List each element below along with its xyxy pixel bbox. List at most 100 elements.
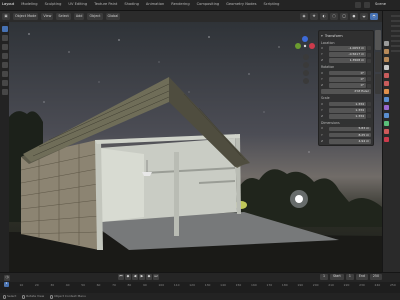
lock-icon[interactable]: [367, 71, 371, 76]
lock-icon[interactable]: [367, 108, 371, 113]
annotate-tool-icon[interactable]: [1, 80, 8, 86]
move-tool-icon[interactable]: [1, 44, 8, 50]
workspace-tab-shading[interactable]: Shading: [124, 3, 139, 7]
timeline-editor-type-icon[interactable]: ◷: [4, 274, 10, 281]
tool-properties-icon[interactable]: [384, 41, 389, 46]
workspace-tab-uv-editing[interactable]: UV Editing: [68, 3, 87, 7]
gizmo-y-axis-icon[interactable]: [295, 43, 301, 49]
editor-type-button[interactable]: ▣: [2, 13, 10, 20]
rotation-y-field[interactable]: 0°: [329, 77, 366, 82]
scale-z-field[interactable]: 1.334: [329, 114, 366, 119]
next-keyframe-icon[interactable]: ◆: [146, 274, 152, 280]
timeline-tick-label: 80: [127, 283, 132, 287]
lock-icon[interactable]: [367, 46, 371, 51]
overlay-icon[interactable]: ◐: [320, 13, 328, 20]
dimensions-y-field[interactable]: 8.25 m: [329, 132, 371, 138]
cursor-tool-icon[interactable]: [1, 35, 8, 41]
location-y-field[interactable]: -0.5617 m: [329, 52, 366, 57]
mode-selector[interactable]: Object Mode: [13, 13, 39, 20]
current-frame-field[interactable]: 1: [319, 274, 329, 280]
rotation-x-field[interactable]: 0°: [329, 70, 366, 76]
object-data-properties-icon[interactable]: [384, 121, 389, 126]
lock-icon[interactable]: [367, 77, 371, 82]
workspace-tab-rendering[interactable]: Rendering: [171, 3, 189, 7]
scene-browser-icon[interactable]: [355, 2, 361, 8]
object-menu[interactable]: Object: [87, 13, 103, 20]
location-x-field[interactable]: -1.0053 m: [329, 46, 366, 51]
material-properties-icon[interactable]: [384, 129, 389, 134]
tab-tool[interactable]: [375, 52, 381, 72]
timeline-tick-label: 110: [173, 283, 180, 287]
scale-y-field[interactable]: 1.334: [329, 108, 366, 113]
status-select: Select: [3, 294, 16, 299]
view-layer-properties-icon[interactable]: [384, 65, 389, 70]
lock-icon[interactable]: [367, 83, 371, 88]
jump-to-start-icon[interactable]: ⏮: [118, 274, 124, 280]
lock-icon[interactable]: [367, 58, 371, 63]
modifier-properties-icon[interactable]: [384, 97, 389, 102]
visibility-icon[interactable]: ◉: [300, 13, 308, 20]
jump-to-end-icon[interactable]: ⏭: [153, 274, 159, 280]
camera-view-icon[interactable]: [303, 70, 309, 76]
shading-rendered-icon[interactable]: ◓: [370, 13, 378, 20]
play-reverse-icon[interactable]: ◀: [132, 274, 138, 280]
play-icon[interactable]: ▶: [139, 274, 145, 280]
scene-name[interactable]: Scene: [375, 2, 386, 7]
orientation-selector[interactable]: Global: [105, 13, 121, 20]
output-properties-icon[interactable]: [384, 57, 389, 62]
rotation-z-field[interactable]: 0°: [329, 83, 366, 88]
measure-tool-icon[interactable]: [1, 89, 8, 95]
object-properties-icon[interactable]: [384, 89, 389, 94]
xray-icon[interactable]: ▢: [330, 13, 338, 20]
view-layer-icon[interactable]: [364, 2, 370, 8]
gizmo-x-axis-icon[interactable]: [309, 43, 315, 49]
view-menu[interactable]: View: [41, 13, 54, 20]
location-z-field[interactable]: 1.3508 m: [329, 58, 366, 64]
end-frame-field[interactable]: 250: [369, 274, 382, 280]
workspace-tab-scripting[interactable]: Scripting: [263, 3, 279, 7]
dimensions-z-field[interactable]: 4.94 m: [329, 138, 371, 144]
lock-icon[interactable]: [367, 52, 371, 57]
gizmo-z-axis-icon[interactable]: [302, 36, 308, 42]
perspective-toggle-icon[interactable]: [303, 78, 309, 84]
workspace-tab-animation[interactable]: Animation: [146, 3, 164, 7]
scale-x-field[interactable]: 1.334: [329, 101, 366, 107]
workspace-tab-compositing[interactable]: Compositing: [197, 3, 220, 7]
lock-icon[interactable]: [367, 102, 371, 107]
transform-panel: ▾ Transform Location X -1.0053 m Y -0.56…: [318, 30, 374, 146]
workspace-tab-modeling[interactable]: Modeling: [21, 3, 37, 7]
lock-icon[interactable]: [367, 114, 371, 119]
shading-wireframe-icon[interactable]: ◯: [340, 13, 348, 20]
rotation-mode-dropdown[interactable]: XYZ Euler: [321, 89, 371, 95]
texture-properties-icon[interactable]: [384, 137, 389, 142]
workspace-tab-geometry-nodes[interactable]: Geometry Nodes: [226, 3, 256, 7]
add-menu[interactable]: Add: [73, 13, 85, 20]
shading-solid-icon[interactable]: ●: [350, 13, 358, 20]
select-menu[interactable]: Select: [56, 13, 71, 20]
workspace-tab-layout[interactable]: Layout: [2, 3, 14, 7]
transform-tool-icon[interactable]: [1, 71, 8, 77]
tab-view[interactable]: [375, 74, 381, 94]
start-frame-field[interactable]: 1: [345, 274, 354, 280]
transform-panel-header[interactable]: ▾ Transform: [321, 34, 371, 39]
previous-keyframe-icon[interactable]: ◆: [125, 274, 131, 280]
rotate-tool-icon[interactable]: [1, 53, 8, 59]
scale-tool-icon[interactable]: [1, 62, 8, 68]
select-box-tool-icon[interactable]: [1, 26, 8, 32]
workspace-tab-sculpting[interactable]: Sculpting: [45, 3, 62, 7]
pan-hand-icon[interactable]: [303, 62, 309, 68]
zoom-icon[interactable]: [303, 54, 309, 60]
render-properties-icon[interactable]: [384, 49, 389, 54]
gizmo-icon[interactable]: ✥: [310, 13, 318, 20]
scene-properties-icon[interactable]: [384, 73, 389, 78]
world-properties-icon[interactable]: [384, 81, 389, 86]
timeline-tick-label: 70: [112, 283, 116, 287]
playback-controls: ⏮ ◆ ◀ ▶ ◆ ⏭: [118, 274, 159, 280]
navigation-gizmo[interactable]: [295, 36, 315, 49]
workspace-tab-texture-paint[interactable]: Texture Paint: [94, 3, 117, 7]
tab-item[interactable]: [375, 30, 381, 50]
shading-material-icon[interactable]: ◒: [360, 13, 368, 20]
dimensions-x-field[interactable]: 5.83 m: [329, 126, 371, 132]
physics-properties-icon[interactable]: [384, 113, 389, 118]
particle-properties-icon[interactable]: [384, 105, 389, 110]
